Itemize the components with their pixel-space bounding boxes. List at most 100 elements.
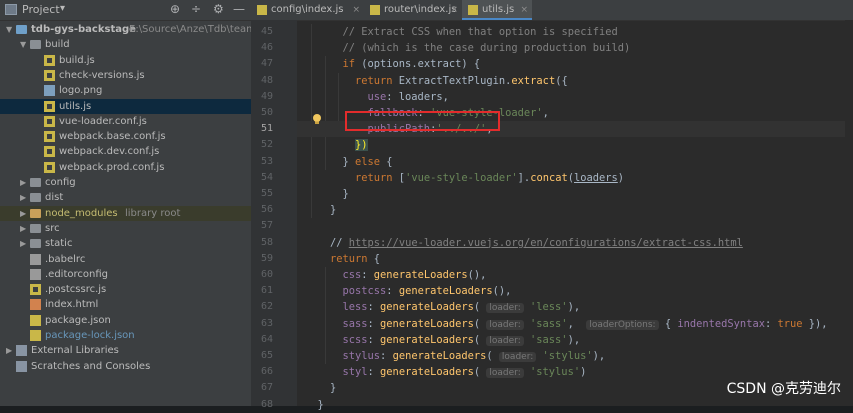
project-panel-title[interactable]: Project xyxy=(22,3,60,16)
tree-utils[interactable]: utils.js xyxy=(0,98,251,114)
chevron-down-icon[interactable]: ▼ xyxy=(6,22,12,37)
code-line[interactable]: css: generateLoaders(), xyxy=(343,267,487,283)
code-line[interactable]: } xyxy=(330,202,336,218)
line-number: 51 xyxy=(260,123,273,135)
code-token: ) xyxy=(617,171,625,184)
close-icon[interactable]: × xyxy=(520,0,528,20)
tree-webpack-dev[interactable]: webpack.dev.conf.js xyxy=(0,144,251,159)
chevron-down-icon[interactable]: ▾ xyxy=(60,3,65,14)
tree-root[interactable]: ▼ tdb-gys-backstage E:\Source\Anze\Tdb\tea… xyxy=(0,22,251,37)
lightbulb-icon[interactable] xyxy=(311,113,323,125)
tree-external-libraries[interactable]: ▶ External Libraries xyxy=(0,343,251,358)
tree-build[interactable]: ▼ build xyxy=(0,37,251,52)
tree-node-modules[interactable]: ▶ node_modules library root xyxy=(0,205,251,221)
code-token: } xyxy=(342,188,349,200)
code-line[interactable]: styl: generateLoaders( loader: 'stylus') xyxy=(343,364,586,380)
chevron-right-icon[interactable]: ▶ xyxy=(20,221,26,236)
code-line[interactable]: postcss: generateLoaders(), xyxy=(343,283,512,299)
tree-package-lock[interactable]: package-lock.json xyxy=(0,328,251,343)
tab-config-index[interactable]: config\index.js × xyxy=(251,0,364,20)
parameter-hint: loader: xyxy=(486,303,524,314)
code-line[interactable]: } xyxy=(330,380,336,396)
tree-check-versions[interactable]: check-versions.js xyxy=(0,68,251,83)
js-file-icon xyxy=(44,69,55,81)
code-token: stylus xyxy=(342,350,381,362)
vertical-scrollbar[interactable] xyxy=(845,20,853,406)
locate-file-icon[interactable]: ⊕ xyxy=(170,2,180,16)
tree-config[interactable]: ▶ config xyxy=(0,175,251,190)
code-line[interactable]: if (options.extract) { xyxy=(343,56,481,72)
chevron-right-icon[interactable]: ▶ xyxy=(20,236,26,251)
tab-router-index[interactable]: router\index.js × xyxy=(364,0,462,20)
line-number: 45 xyxy=(260,26,273,37)
tree-webpack-prod[interactable]: webpack.prod.conf.js xyxy=(0,160,251,175)
code-line[interactable]: }) xyxy=(355,137,368,153)
tree-editorconfig[interactable]: .editorconfig xyxy=(0,267,251,282)
chevron-right-icon[interactable]: ▶ xyxy=(20,190,26,205)
chevron-right-icon[interactable]: ▶ xyxy=(20,206,26,221)
code-line[interactable]: return ExtractTextPlugin.extract({ xyxy=(355,73,568,89)
close-icon[interactable]: × xyxy=(352,0,360,20)
config-file-icon xyxy=(30,253,41,265)
code-line[interactable]: } xyxy=(318,397,324,413)
folder-icon xyxy=(30,193,41,203)
code-line[interactable]: use: loaders, xyxy=(368,89,449,105)
tree-item-label: webpack.prod.conf.js xyxy=(59,161,165,173)
code-line[interactable]: return { xyxy=(330,251,380,267)
tree-postcssrc[interactable]: .postcssrc.js xyxy=(0,282,251,297)
code-line[interactable]: } xyxy=(343,186,349,202)
editor-tab-bar: config\index.js × router\index.js × util… xyxy=(251,0,853,21)
code-token: loaders xyxy=(574,171,618,184)
line-number: 53 xyxy=(260,155,273,167)
close-icon[interactable]: × xyxy=(450,0,458,20)
tree-index-html[interactable]: index.html xyxy=(0,297,251,312)
code-token: 'stylus' xyxy=(542,350,593,362)
code-line[interactable]: sass: generateLoaders( loader: 'sass', l… xyxy=(343,316,828,332)
tree-webpack-base[interactable]: webpack.base.conf.js xyxy=(0,129,251,144)
code-area[interactable]: // Extract CSS when that option is speci… xyxy=(297,20,853,411)
line-number: 64 xyxy=(260,333,273,345)
collapse-all-icon[interactable]: ÷ xyxy=(191,2,201,16)
code-line[interactable]: // (which is the case during production … xyxy=(343,40,631,56)
code-line[interactable]: return ['vue-style-loader'].concat(loade… xyxy=(355,170,624,186)
chevron-right-icon[interactable]: ▶ xyxy=(6,343,12,358)
tree-babelrc[interactable]: .babelrc xyxy=(0,252,251,267)
code-token: generateLoaders xyxy=(392,350,487,362)
line-number: 58 xyxy=(260,236,273,248)
code-token: , xyxy=(567,317,587,330)
code-line[interactable]: stylus: generateLoaders( loader: 'stylus… xyxy=(342,348,605,364)
chevron-down-icon[interactable]: ▼ xyxy=(20,37,26,52)
tree-src[interactable]: ▶ src xyxy=(0,221,251,236)
tree-build-js[interactable]: build.js xyxy=(0,53,251,68)
tree-item-label: build.js xyxy=(59,54,95,66)
tree-scratches[interactable]: Scratches and Consoles xyxy=(0,359,251,374)
code-token: postcss xyxy=(342,285,387,298)
tree-static[interactable]: ▶ static xyxy=(0,236,251,251)
watermark: CSDN @克劳迪尔 xyxy=(726,381,841,397)
code-line[interactable]: // Extract CSS when that option is speci… xyxy=(343,24,618,40)
js-file-icon xyxy=(44,100,55,112)
code-token: ({ xyxy=(555,74,568,87)
tree-dist[interactable]: ▶ dist xyxy=(0,190,251,205)
tree-item-label: config xyxy=(45,177,76,188)
code-line[interactable]: less: generateLoaders( loader: 'less'), xyxy=(343,299,580,315)
code-token: generateLoaders xyxy=(380,366,474,379)
code-token: { xyxy=(367,252,381,265)
hide-panel-icon[interactable]: — xyxy=(233,2,245,16)
comment-link[interactable]: https://vue-loader.vuejs.org/en/configur… xyxy=(349,237,743,249)
code-token: generateLoaders xyxy=(373,269,468,281)
tree-vue-loader-conf[interactable]: vue-loader.conf.js xyxy=(0,114,251,129)
code-line[interactable]: scss: generateLoaders( loader: 'sass'), xyxy=(343,332,580,348)
chevron-right-icon[interactable]: ▶ xyxy=(20,175,26,190)
tree-item-label: build xyxy=(45,39,70,51)
code-token: , xyxy=(542,107,549,119)
code-token: } xyxy=(342,155,356,168)
tree-logo[interactable]: logo.png xyxy=(0,83,251,98)
code-line[interactable]: } else { xyxy=(343,154,393,170)
gear-icon[interactable]: ⚙ xyxy=(213,2,224,16)
code-line[interactable]: // https://vue-loader.vuejs.org/en/confi… xyxy=(330,235,743,251)
tree-package-json[interactable]: package.json xyxy=(0,313,251,328)
code-token: true xyxy=(777,317,803,330)
code-token: return xyxy=(330,252,368,265)
tab-utils[interactable]: utils.js × xyxy=(462,0,532,20)
